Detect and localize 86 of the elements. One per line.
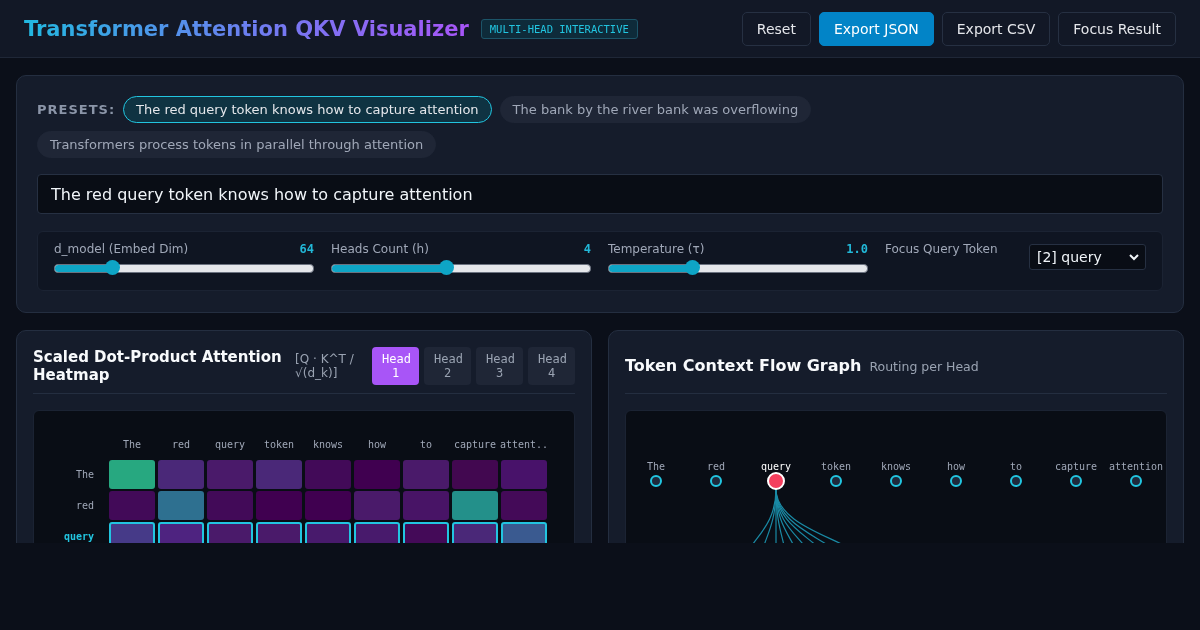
toolbar-button[interactable]: Focus Result (1058, 11, 1176, 46)
heatmap-cell[interactable] (256, 460, 302, 489)
heatmap-cell[interactable] (109, 491, 155, 520)
row-label: query (62, 531, 95, 542)
toolbar-button[interactable]: Export CSV (941, 11, 1051, 46)
head-tab[interactable]: Head 2 (424, 347, 471, 385)
mode-badge: MULTI-HEAD INTERACTIVE (480, 18, 638, 39)
preset-chip[interactable]: Transformers process tokens in parallel through attention (37, 131, 437, 158)
token-node[interactable] (1070, 475, 1082, 487)
slider-value: 64 (299, 242, 314, 256)
token-node[interactable] (710, 475, 722, 487)
heatmap-cell[interactable] (501, 522, 547, 543)
heatmap-cell[interactable] (354, 491, 400, 520)
node-label: capture (1054, 461, 1098, 472)
column-label: to (418, 439, 433, 452)
heatmap-cell[interactable] (501, 491, 547, 520)
heatmap-cell[interactable] (403, 460, 449, 489)
heatmap-cell[interactable] (256, 522, 302, 543)
slider-value: 4 (583, 242, 591, 256)
head-tab[interactable]: Head 4 (528, 347, 575, 385)
panel-title: Token Context Flow Graph (625, 357, 862, 375)
preset-chip[interactable]: The bank by the river bank was overflowing (499, 96, 812, 123)
heatmap-cell[interactable] (305, 522, 351, 543)
column-label: attent.. (498, 439, 550, 452)
column-label: capture (452, 439, 498, 452)
heatmap-cell[interactable] (207, 522, 253, 543)
heatmap-cell[interactable] (207, 460, 253, 489)
presets-label: PRESETS: (37, 102, 116, 117)
slider-thumb[interactable] (684, 260, 700, 275)
preset-chip[interactable]: The red query token knows how to capture attention (123, 96, 492, 123)
heatmap-cell[interactable] (403, 522, 449, 543)
node-label: query (760, 461, 792, 472)
node-label: to (1010, 461, 1022, 472)
token-node[interactable] (890, 475, 902, 487)
head-tab[interactable]: Head 3 (476, 347, 523, 385)
slider-thumb[interactable] (438, 260, 454, 275)
row-label: red (74, 500, 95, 511)
panel-title: Scaled Dot-Product Attention Heatmap (33, 348, 283, 384)
heatmap-cell[interactable] (305, 491, 351, 520)
column-label: query (213, 439, 247, 452)
export-button[interactable]: Export JSON (818, 11, 934, 46)
slider-label: Heads Count (h) (331, 242, 429, 256)
column-label: how (366, 439, 388, 452)
heatmap-cell[interactable] (158, 491, 204, 520)
heatmap-cell[interactable] (207, 491, 253, 520)
node-label: knows (880, 461, 912, 472)
column-label: token (262, 439, 296, 452)
focus-label: Focus Query Token (885, 242, 998, 258)
toolbar-button[interactable]: Reset (741, 11, 811, 46)
caret-icon (1129, 253, 1139, 261)
node-label: red (706, 461, 726, 472)
token-node[interactable] (650, 475, 662, 487)
node-label: how (946, 461, 966, 472)
column-label: knows (311, 439, 345, 452)
node-label: token (820, 461, 852, 472)
heatmap-cell[interactable] (354, 460, 400, 489)
slider-value: 1.0 (846, 242, 868, 256)
slider-thumb[interactable] (104, 260, 120, 275)
heatmap-cell[interactable] (452, 460, 498, 489)
heatmap-cell[interactable] (158, 522, 204, 543)
heatmap-cell[interactable] (403, 491, 449, 520)
panel-subtitle: Routing per Head (869, 358, 979, 374)
heatmap-cell[interactable] (354, 522, 400, 543)
token-node[interactable] (830, 475, 842, 487)
node-label: attention (1108, 461, 1164, 472)
row-label: The (74, 469, 95, 480)
heatmap-cell[interactable] (305, 460, 351, 489)
formula-text: [Q · K^T / √(d_k)] (295, 352, 355, 380)
column-label: The (121, 439, 143, 452)
heatmap-cell[interactable] (158, 460, 204, 489)
slider-label: Temperature (τ) (608, 242, 705, 256)
node-label: The (646, 461, 666, 472)
token-node[interactable] (1010, 475, 1022, 487)
token-node[interactable] (950, 475, 962, 487)
head-tab[interactable]: Head 1 (372, 347, 419, 385)
heatmap-cell[interactable] (452, 522, 498, 543)
heatmap-cell[interactable] (109, 522, 155, 543)
column-label: red (170, 439, 192, 452)
sentence-input[interactable]: The red query token knows how to capture attention (37, 174, 1163, 214)
heatmap-cell[interactable] (256, 491, 302, 520)
focus-dropdown[interactable]: [2] query (1029, 244, 1146, 270)
slider-label: d_model (Embed Dim) (54, 242, 189, 256)
heatmap-cell[interactable] (109, 460, 155, 489)
token-node[interactable] (1130, 475, 1142, 487)
heatmap-cell[interactable] (501, 460, 547, 489)
heatmap-cell[interactable] (452, 491, 498, 520)
